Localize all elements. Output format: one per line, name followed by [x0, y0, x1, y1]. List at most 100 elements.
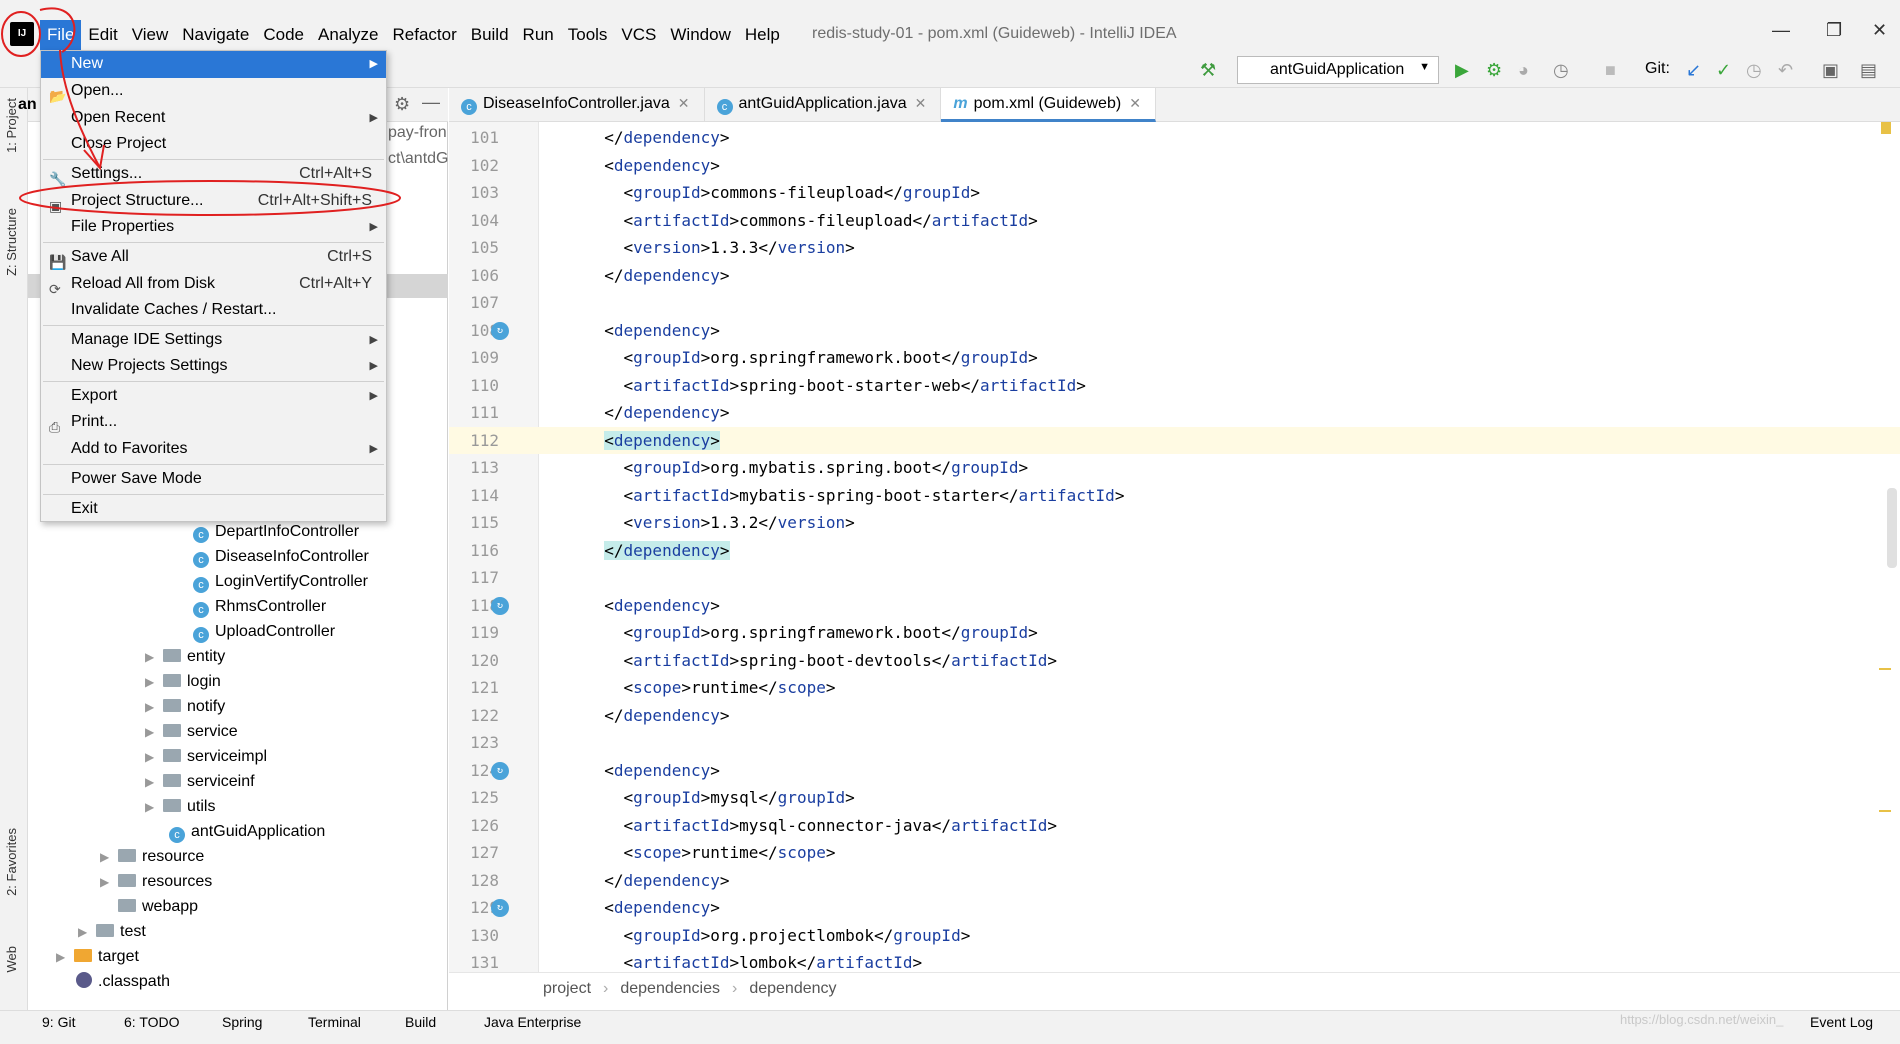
expand-arrow-icon[interactable]: ▶ — [145, 670, 163, 694]
menu-window[interactable]: Window — [663, 20, 737, 50]
run-configuration-select[interactable]: antGuidApplication ▼ — [1237, 56, 1439, 84]
tree-item-class[interactable]: c LoginVertifyController — [193, 570, 368, 594]
expand-arrow-icon[interactable]: ▶ — [78, 920, 96, 944]
tree-item-folder[interactable]: ▶ resources — [100, 870, 212, 894]
code-line[interactable]: 101 </dependency> — [449, 124, 1900, 152]
editor-tab[interactable]: c antGuidApplication.java ✕ — [705, 88, 942, 122]
menu-edit[interactable]: Edit — [81, 20, 124, 50]
menu-item-power-save-mode[interactable]: Power Save Mode — [41, 466, 386, 493]
java-enterprise-tool-tab[interactable]: Java Enterprise — [484, 1014, 581, 1030]
code-line[interactable]: 116 </dependency> — [449, 537, 1900, 565]
menu-item-project-structure[interactable]: ▣ Project Structure... Ctrl+Alt+Shift+S — [41, 188, 386, 215]
menu-item-open-recent[interactable]: Open Recent ▶ — [41, 105, 386, 132]
code-line[interactable]: 108 ↻ <dependency> — [449, 317, 1900, 345]
code-line[interactable]: 118 ↻ <dependency> — [449, 592, 1900, 620]
menu-item-manage-ide-settings[interactable]: Manage IDE Settings ▶ — [41, 327, 386, 354]
code-line[interactable]: 122 </dependency> — [449, 702, 1900, 730]
menu-tools[interactable]: Tools — [561, 20, 615, 50]
minimize-icon[interactable]: — — [1772, 20, 1790, 41]
menu-item-exit[interactable]: Exit — [41, 496, 386, 523]
project-tool-tab[interactable]: 1: Project — [4, 98, 19, 153]
warning-marker[interactable] — [1881, 122, 1891, 134]
code-line[interactable]: 117 — [449, 564, 1900, 592]
close-window-icon[interactable]: ✕ — [1872, 20, 1887, 41]
code-line[interactable]: 113 <groupId>org.mybatis.spring.boot</gr… — [449, 454, 1900, 482]
git-rollback-icon[interactable]: ↶ — [1778, 60, 1793, 81]
git-history-icon[interactable]: ◷ — [1746, 60, 1762, 81]
menu-item-save-all[interactable]: 💾 Save All Ctrl+S — [41, 244, 386, 271]
code-line[interactable]: 102 <dependency> — [449, 152, 1900, 180]
editor-tab[interactable]: c DiseaseInfoController.java ✕ — [449, 88, 705, 122]
code-line[interactable]: 127 <scope>runtime</scope> — [449, 839, 1900, 867]
debug-icon[interactable]: ⚙ — [1486, 60, 1502, 81]
code-line[interactable]: 115 <version>1.3.2</version> — [449, 509, 1900, 537]
web-tool-tab[interactable]: Web — [4, 946, 19, 973]
dependency-gutter-icon[interactable]: ↻ — [491, 899, 509, 917]
tree-item-class[interactable]: c DiseaseInfoController — [193, 545, 369, 569]
menu-code[interactable]: Code — [256, 20, 311, 50]
tree-item-folder[interactable]: ▶ login — [145, 670, 221, 694]
tree-item-folder[interactable]: ▶ target — [56, 945, 139, 969]
tree-item-folder[interactable]: ▶ utils — [145, 795, 215, 819]
expand-arrow-icon[interactable]: ▶ — [100, 870, 118, 894]
menu-run[interactable]: Run — [516, 20, 561, 50]
close-tab-icon[interactable]: ✕ — [915, 95, 927, 111]
menu-refactor[interactable]: Refactor — [385, 20, 463, 50]
terminal-tool-tab[interactable]: Terminal — [308, 1014, 361, 1030]
code-line[interactable]: 121 <scope>runtime</scope> — [449, 674, 1900, 702]
coverage-icon[interactable]: ◕ — [1518, 60, 1529, 81]
tree-item-folder[interactable]: webapp — [118, 895, 198, 919]
expand-arrow-icon[interactable]: ▶ — [145, 720, 163, 744]
build-hammer-icon[interactable]: ⚒ — [1200, 60, 1216, 81]
menu-item-invalidate-caches[interactable]: Invalidate Caches / Restart... — [41, 297, 386, 324]
menu-item-open[interactable]: 📂 Open... — [41, 78, 386, 105]
stop-icon[interactable]: ■ — [1605, 60, 1616, 81]
code-line[interactable]: 106 </dependency> — [449, 262, 1900, 290]
menu-vcs[interactable]: VCS — [614, 20, 663, 50]
expand-arrow-icon[interactable]: ▶ — [100, 845, 118, 869]
editor-scrollbar[interactable] — [1887, 488, 1897, 568]
git-update-icon[interactable]: ↙ — [1686, 60, 1701, 81]
menu-item-print[interactable]: ⎙ Print... — [41, 409, 386, 436]
code-line[interactable]: 126 <artifactId>mysql-connector-java</ar… — [449, 812, 1900, 840]
code-line[interactable]: 112 <dependency> — [449, 426, 1900, 454]
favorites-tool-tab[interactable]: 2: Favorites — [4, 828, 19, 896]
tree-item-class[interactable]: c antGuidApplication — [169, 820, 325, 844]
expand-arrow-icon[interactable]: ▶ — [145, 695, 163, 719]
tree-item-folder[interactable]: ▶ notify — [145, 695, 225, 719]
tree-item-folder[interactable]: ▶ test — [78, 920, 146, 944]
scroll-marker[interactable] — [1879, 668, 1891, 670]
tree-item-class[interactable]: c RhmsController — [193, 595, 326, 619]
menu-build[interactable]: Build — [464, 20, 516, 50]
code-line[interactable]: 111 </dependency> — [449, 399, 1900, 427]
code-line[interactable]: 120 <artifactId>spring-boot-devtools</ar… — [449, 647, 1900, 675]
tree-item-folder[interactable]: ▶ entity — [145, 645, 225, 669]
git-tool-tab[interactable]: 9: Git — [42, 1014, 75, 1030]
menu-help[interactable]: Help — [738, 20, 787, 50]
build-tool-tab[interactable]: Build — [405, 1014, 436, 1030]
breadcrumb-item[interactable]: dependency — [749, 980, 836, 997]
gear-icon[interactable]: ⚙ — [394, 94, 410, 115]
expand-arrow-icon[interactable]: ▶ — [145, 795, 163, 819]
tree-item-class[interactable]: c DepartInfoController — [193, 520, 359, 544]
project-structure-icon[interactable]: ▣ — [1822, 60, 1839, 81]
menu-item-new[interactable]: New ▶ — [41, 51, 386, 78]
restore-icon[interactable]: ❐ — [1826, 20, 1842, 41]
menu-navigate[interactable]: Navigate — [175, 20, 256, 50]
dependency-gutter-icon[interactable]: ↻ — [491, 321, 509, 340]
code-line[interactable]: 114 <artifactId>mybatis-spring-boot-star… — [449, 482, 1900, 510]
tree-item-file[interactable]: .classpath — [76, 970, 170, 994]
spring-tool-tab[interactable]: Spring — [222, 1014, 262, 1030]
menu-file[interactable]: File — [40, 20, 82, 50]
tree-item-folder[interactable]: ▶ resource — [100, 845, 204, 869]
code-line[interactable]: 107 — [449, 289, 1900, 317]
expand-arrow-icon[interactable]: ▶ — [145, 745, 163, 769]
code-line[interactable]: 125 <groupId>mysql</groupId> — [449, 784, 1900, 812]
menu-item-file-properties[interactable]: File Properties ▶ — [41, 214, 386, 241]
profile-icon[interactable]: ◷ — [1553, 60, 1569, 81]
tree-item-folder[interactable]: ▶ serviceimpl — [145, 745, 267, 769]
search-everywhere-icon[interactable]: ▤ — [1860, 60, 1877, 81]
code-line[interactable]: 128 </dependency> — [449, 867, 1900, 895]
menu-item-add-to-favorites[interactable]: Add to Favorites ▶ — [41, 436, 386, 463]
structure-tool-tab[interactable]: Z: Structure — [4, 208, 19, 276]
